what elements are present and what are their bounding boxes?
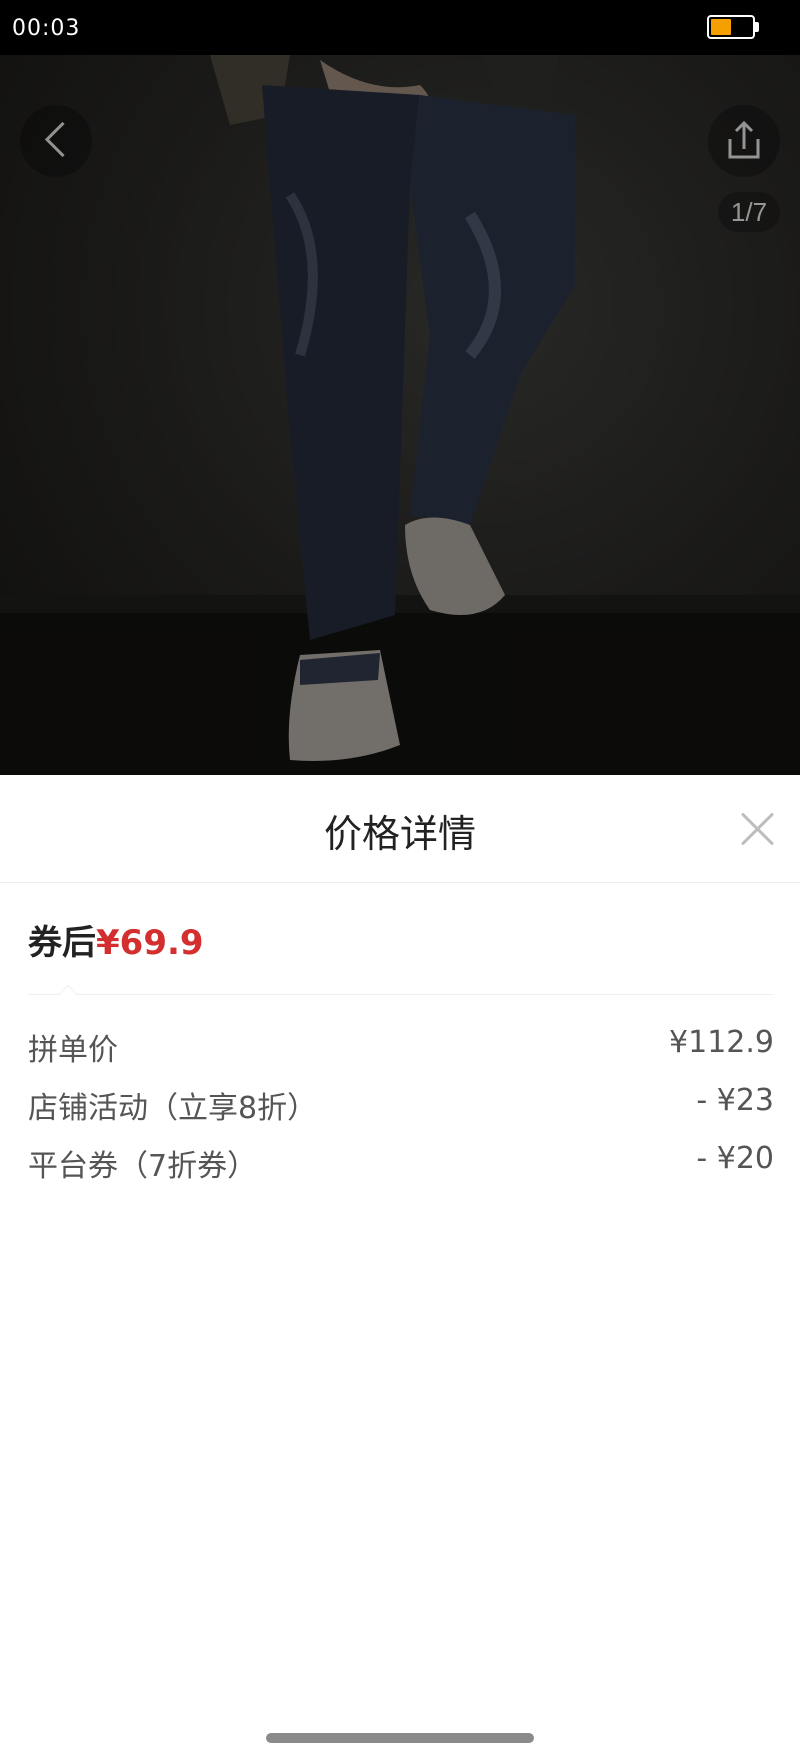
status-bar: 00:03 bbox=[0, 0, 800, 55]
price-row-group-price: 拼单价 ¥112.9 bbox=[28, 1025, 774, 1069]
price-row-label: 拼单价 bbox=[28, 1033, 118, 1068]
price-row-amount: - ¥23 bbox=[696, 1083, 774, 1118]
price-row-platform-coupon: 平台券（7折券） - ¥20 bbox=[28, 1141, 774, 1185]
final-price: 券后¥69.9 bbox=[28, 915, 204, 964]
dim-overlay bbox=[0, 55, 800, 775]
sheet-header: 价格详情 bbox=[0, 775, 800, 883]
status-time: 00:03 bbox=[12, 16, 81, 41]
back-button[interactable] bbox=[20, 105, 92, 177]
price-row-amount: - ¥20 bbox=[696, 1141, 774, 1176]
share-button[interactable] bbox=[708, 105, 780, 177]
home-indicator[interactable] bbox=[266, 1733, 534, 1743]
price-row-label: 平台券（7折券） bbox=[28, 1149, 258, 1184]
price-row-shop-promotion: 店铺活动（立享8折） - ¥23 bbox=[28, 1083, 774, 1127]
battery-icon bbox=[707, 15, 755, 39]
image-page-counter: 1/7 bbox=[718, 192, 780, 232]
share-icon bbox=[728, 120, 760, 159]
battery-level bbox=[711, 19, 731, 35]
divider-notch bbox=[59, 984, 77, 1002]
battery-cap bbox=[755, 22, 759, 32]
sheet-title: 价格详情 bbox=[323, 812, 476, 856]
divider bbox=[28, 994, 774, 995]
final-price-label: 券后 bbox=[28, 923, 96, 963]
final-price-value: ¥69.9 bbox=[96, 923, 204, 963]
price-row-label: 店铺活动（立享8折） bbox=[28, 1091, 318, 1126]
price-detail-sheet: 价格详情 券后¥69.9 拼单价 ¥112.9 店铺活动（立享8折） - ¥23… bbox=[0, 775, 800, 1760]
product-image[interactable]: 1/7 bbox=[0, 55, 800, 775]
close-icon[interactable] bbox=[740, 811, 776, 847]
price-row-amount: ¥112.9 bbox=[669, 1025, 774, 1060]
